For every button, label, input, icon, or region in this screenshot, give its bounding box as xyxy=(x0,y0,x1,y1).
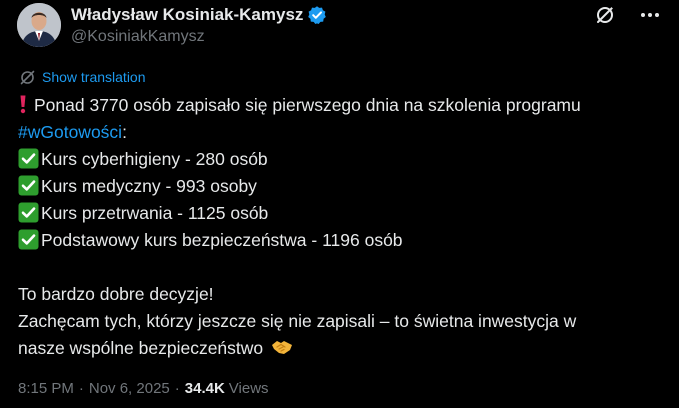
list-item: Kurs przetrwania - 1125 osób xyxy=(18,200,658,227)
tweet-date[interactable]: Nov 6, 2025 xyxy=(89,380,170,397)
list-item: Kurs cyberhigieny - 280 osób xyxy=(18,146,658,173)
tweet: Władysław Kosiniak-Kamysz @KosiniakKamys… xyxy=(0,0,679,408)
green-check-icon xyxy=(18,175,39,196)
views-label: Views xyxy=(228,380,269,397)
tweet-closing-line-last: nasze wspólne bezpieczeństwo xyxy=(18,335,658,362)
meta-separator: · xyxy=(78,380,84,397)
list-item: Podstawowy kurs bezpieczeństwa - 1196 os… xyxy=(18,227,658,254)
show-translation-link[interactable]: Show translation xyxy=(42,69,146,85)
red-exclamation-icon xyxy=(18,94,28,114)
list-item: Kurs medyczny - 993 osoby xyxy=(18,173,658,200)
tweet-meta: 8:15 PM · Nov 6, 2025 · 34.4K Views xyxy=(18,380,269,397)
show-translation-row[interactable]: Show translation xyxy=(19,67,146,87)
list-item-text: Kurs medyczny - 993 osoby xyxy=(41,176,257,196)
translate-icon xyxy=(19,69,36,86)
list-item-text: Kurs cyberhigieny - 280 osób xyxy=(41,149,268,169)
tweet-intro-text: Ponad 3770 osób zapisało się pierwszego … xyxy=(34,95,581,115)
author-display-name[interactable]: Władysław Kosiniak-Kamysz xyxy=(71,5,303,25)
list-item-text: Podstawowy kurs bezpieczeństwa - 1196 os… xyxy=(41,230,403,250)
hashtag-colon: : xyxy=(122,122,127,142)
author-handle[interactable]: @KosiniakKamysz xyxy=(71,28,327,46)
tweet-closing-line: Zachęcam tych, którzy jeszcze się nie za… xyxy=(18,311,577,331)
hashtag-link[interactable]: #wGotowości xyxy=(18,122,122,142)
tweet-header: Władysław Kosiniak-Kamysz @KosiniakKamys… xyxy=(17,3,662,51)
handshake-icon xyxy=(271,337,293,358)
grok-icon[interactable] xyxy=(594,4,616,26)
more-icon[interactable] xyxy=(638,4,662,26)
tweet-time[interactable]: 8:15 PM xyxy=(18,380,74,397)
tweet-text: Ponad 3770 osób zapisało się pierwszego … xyxy=(18,92,658,362)
tweet-closing-line: To bardzo dobre decyzje! xyxy=(18,284,214,304)
green-check-icon xyxy=(18,202,39,223)
list-item-text: Kurs przetrwania - 1125 osób xyxy=(41,203,269,223)
views-count[interactable]: 34.4K xyxy=(185,380,225,397)
tweet-line-intro: Ponad 3770 osób zapisało się pierwszego … xyxy=(18,92,658,119)
author-names: Władysław Kosiniak-Kamysz @KosiniakKamys… xyxy=(71,4,327,46)
green-check-icon xyxy=(18,229,39,250)
meta-separator: · xyxy=(174,380,180,397)
verified-badge-icon xyxy=(307,5,327,25)
tweet-closing-text: nasze wspólne bezpieczeństwo xyxy=(18,338,264,358)
green-check-icon xyxy=(18,148,39,169)
tweet-line-hashtag: #wGotowości: xyxy=(18,119,658,146)
avatar[interactable] xyxy=(17,3,61,47)
